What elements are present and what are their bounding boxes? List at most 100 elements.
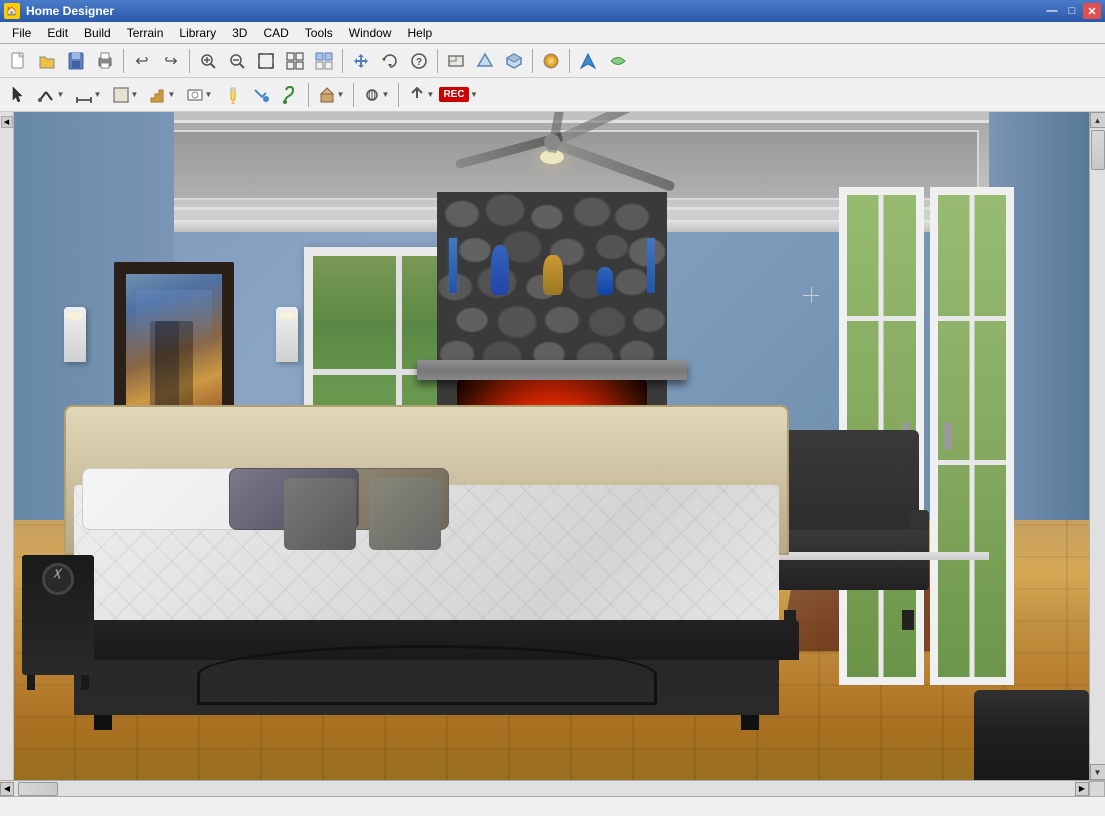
- fly-through-button[interactable]: [604, 47, 632, 75]
- separator-5: [532, 49, 533, 73]
- bed-curve: [197, 645, 657, 705]
- door-h-bar-4: [938, 460, 1007, 465]
- window-controls: — □ ✕: [1043, 3, 1101, 19]
- zoom-extent-button[interactable]: [252, 47, 280, 75]
- room-scene: [14, 112, 1089, 780]
- svg-text:?: ?: [416, 57, 422, 68]
- floor-plan-button[interactable]: [442, 47, 470, 75]
- zoom-in-button[interactable]: [194, 47, 222, 75]
- stairs-button[interactable]: ▼: [144, 81, 180, 109]
- minimize-button[interactable]: —: [1043, 3, 1061, 19]
- navigate-button[interactable]: [574, 47, 602, 75]
- wall-sconce-right: [276, 307, 298, 362]
- throw-pillow-1: [284, 478, 356, 550]
- chair-corner: [974, 690, 1089, 780]
- scroll-thumb-horizontal[interactable]: [18, 782, 58, 796]
- arrow-button[interactable]: ▼: [403, 81, 439, 109]
- door-h-bar-3: [938, 316, 1007, 321]
- left-ruler: ◀: [0, 112, 14, 780]
- separator-1: [123, 49, 124, 73]
- zoom-out-button[interactable]: [223, 47, 251, 75]
- paint-button[interactable]: [276, 81, 304, 109]
- scroll-thumb-vertical[interactable]: [1091, 130, 1105, 170]
- pencil-button[interactable]: [218, 81, 246, 109]
- menu-library[interactable]: Library: [171, 24, 224, 42]
- close-button[interactable]: ✕: [1083, 3, 1101, 19]
- new-button[interactable]: [4, 47, 32, 75]
- menu-window[interactable]: Window: [341, 24, 400, 42]
- status-bar: [0, 796, 1105, 816]
- draw-wall-button[interactable]: ▼: [33, 81, 69, 109]
- scroll-right-button[interactable]: ▶: [1075, 782, 1089, 796]
- fit-view-button[interactable]: [281, 47, 309, 75]
- vase-short: [597, 267, 613, 295]
- rotate-button[interactable]: [376, 47, 404, 75]
- crosshair-v: [811, 287, 812, 303]
- nightstand-left: [22, 555, 94, 675]
- scroll-left-button[interactable]: ◀: [0, 782, 14, 796]
- 3d-view-button[interactable]: [500, 47, 528, 75]
- ruler-toggle[interactable]: ◀: [1, 116, 13, 128]
- nav-tools: [574, 47, 632, 75]
- fill-button[interactable]: [247, 81, 275, 109]
- mantel-decorations: [417, 238, 687, 293]
- open-button[interactable]: [33, 47, 61, 75]
- menu-file[interactable]: File: [4, 24, 39, 42]
- candle-left: [449, 238, 457, 293]
- print-button[interactable]: [91, 47, 119, 75]
- ns-leg-1: [27, 675, 35, 690]
- save-view-button[interactable]: ▼: [181, 81, 217, 109]
- save-button[interactable]: [62, 47, 90, 75]
- menu-bar: File Edit Build Terrain Library 3D CAD T…: [0, 22, 1105, 44]
- view-mode-button[interactable]: [310, 47, 338, 75]
- door-v-bar-2: [969, 195, 974, 677]
- separator-7: [308, 83, 309, 107]
- separator-3: [342, 49, 343, 73]
- door-panel-right: [930, 187, 1015, 685]
- scroll-down-button[interactable]: ▼: [1090, 764, 1105, 780]
- room-button[interactable]: ▼: [107, 81, 143, 109]
- separator-9: [398, 83, 399, 107]
- separator-6: [569, 49, 570, 73]
- menu-cad[interactable]: CAD: [255, 24, 296, 42]
- separator-4: [437, 49, 438, 73]
- maximize-button[interactable]: □: [1063, 3, 1081, 19]
- bed-leg-1: [94, 715, 112, 730]
- redo-button[interactable]: ↪: [157, 47, 185, 75]
- door-handle-2: [944, 422, 952, 450]
- ns-leg-2: [81, 675, 89, 690]
- scroll-up-button[interactable]: ▲: [1090, 112, 1105, 128]
- record-button[interactable]: REC: [440, 81, 468, 109]
- object-button[interactable]: ▼: [313, 81, 349, 109]
- viewport-3d[interactable]: [14, 112, 1089, 780]
- armchair: [769, 430, 929, 610]
- scrollbar-horizontal[interactable]: ◀ ▶: [0, 780, 1105, 796]
- materials-button[interactable]: [537, 47, 565, 75]
- pan-button[interactable]: [347, 47, 375, 75]
- scroll-corner: [1089, 781, 1105, 797]
- menu-3d[interactable]: 3D: [224, 24, 255, 42]
- undo-button[interactable]: ↩: [128, 47, 156, 75]
- mantel-shelf: [417, 360, 687, 380]
- elevation-button[interactable]: [471, 47, 499, 75]
- menu-terrain[interactable]: Terrain: [119, 24, 172, 42]
- menu-tools[interactable]: Tools: [297, 24, 341, 42]
- menu-build[interactable]: Build: [76, 24, 119, 42]
- terrain-object-button[interactable]: ▼: [358, 81, 394, 109]
- title-bar: 🏠 Home Designer — □ ✕: [0, 0, 1105, 22]
- window-title: Home Designer: [26, 4, 1043, 18]
- bed-leg-2: [741, 715, 759, 730]
- fan-center: [544, 134, 560, 150]
- armchair-legs: [784, 610, 914, 630]
- dimension-button[interactable]: ▼: [70, 81, 106, 109]
- select-button[interactable]: [4, 81, 32, 109]
- toolbar-secondary: ▼ ▼ ▼ ▼ ▼ ▼ ▼ ▼ REC ▼: [0, 78, 1105, 112]
- main-area: ◀: [0, 112, 1105, 780]
- nightstand-legs: [27, 675, 89, 690]
- menu-edit[interactable]: Edit: [39, 24, 76, 42]
- armchair-leg-2: [902, 610, 914, 630]
- app-icon: 🏠: [4, 3, 20, 19]
- scrollbar-vertical[interactable]: ▲ ▼: [1089, 112, 1105, 780]
- help-button[interactable]: ?: [405, 47, 433, 75]
- menu-help[interactable]: Help: [399, 24, 440, 42]
